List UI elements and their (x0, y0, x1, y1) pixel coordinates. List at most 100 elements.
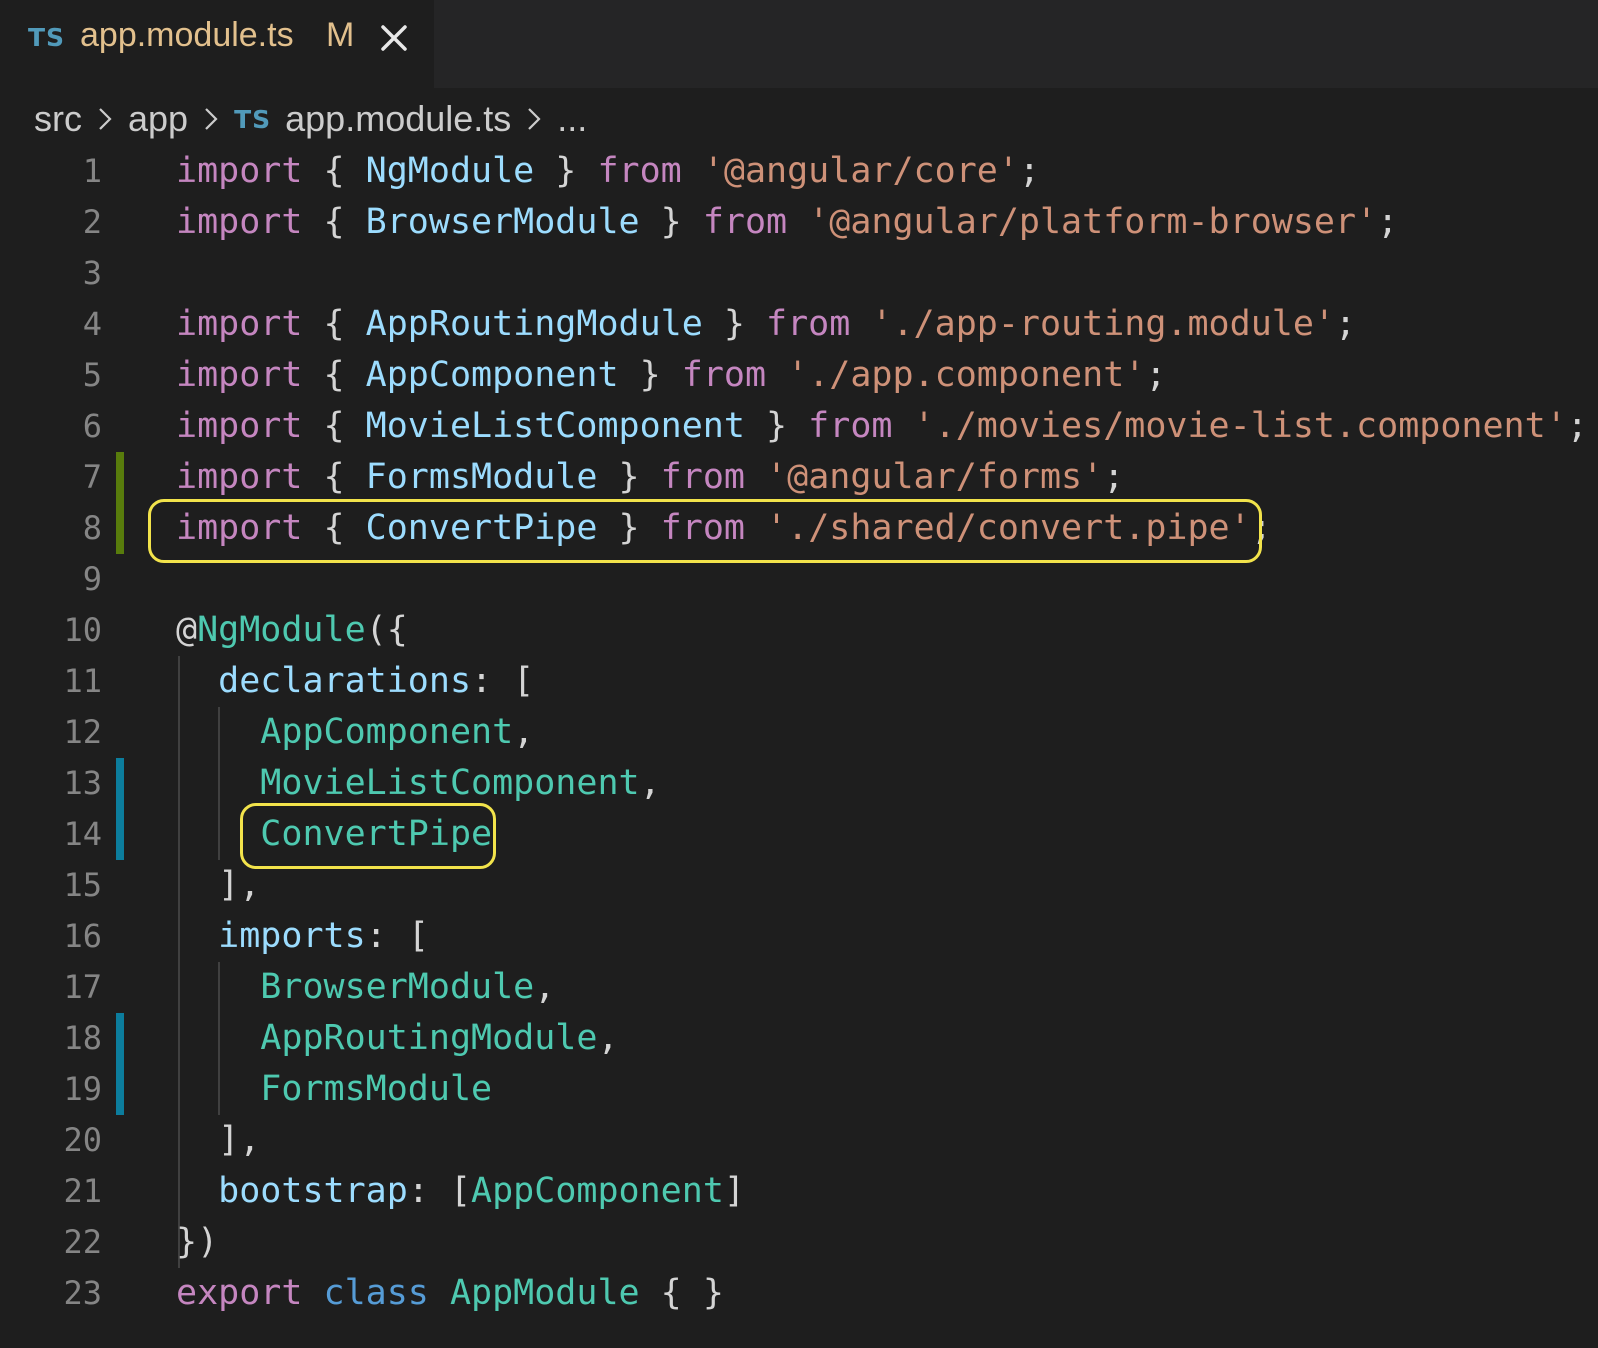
line-number: 18 (63, 1019, 102, 1057)
code-text: MovieListComponent, (176, 758, 661, 809)
code-line[interactable]: 13 MovieListComponent, (0, 758, 1598, 809)
code-token: { (302, 151, 366, 191)
code-line[interactable]: 7 import { FormsModule } from '@angular/f… (0, 452, 1598, 503)
code-token: '@angular/forms' (766, 457, 1104, 497)
code-line[interactable]: 3 (0, 248, 1598, 299)
code-token: MovieListComponent (365, 406, 745, 446)
line-number: 12 (63, 713, 102, 751)
code-token: }) (176, 1222, 219, 1262)
code-token: import (176, 202, 303, 242)
code-token: ], (176, 865, 261, 905)
typescript-file-icon: TS (28, 23, 66, 52)
code-token: import (176, 406, 303, 446)
code-line[interactable]: 2 import { BrowserModule } from '@angular… (0, 197, 1598, 248)
code-token: { (302, 202, 366, 242)
code-token: declarations (218, 661, 472, 701)
code-token: , (639, 763, 661, 803)
line-number: 14 (63, 815, 102, 853)
code-line[interactable]: 6 import { MovieListComponent } from './m… (0, 401, 1598, 452)
code-token: { (302, 406, 366, 446)
code-token: '@angular/core' (702, 151, 1019, 191)
breadcrumb-item-symbols[interactable]: ... (557, 98, 587, 140)
code-text: BrowserModule, (176, 962, 555, 1013)
code-token: MovieListComponent (260, 763, 640, 803)
code-text: import { FormsModule } from '@angular/fo… (176, 452, 1124, 503)
code-line[interactable]: 5 import { AppComponent } from './app.com… (0, 350, 1598, 401)
code-line[interactable]: 4 import { AppRoutingModule } from './app… (0, 299, 1598, 350)
code-line[interactable]: 10 @NgModule({ (0, 605, 1598, 656)
code-token: './movies/movie-list.component' (913, 406, 1567, 446)
code-line[interactable]: 17 BrowserModule, (0, 962, 1598, 1013)
code-token: { (302, 355, 366, 395)
code-token: FormsModule (365, 457, 598, 497)
code-token: BrowserModule (260, 967, 535, 1007)
code-token: , (534, 967, 556, 1007)
line-number: 23 (63, 1274, 102, 1312)
code-line[interactable]: 15 ], (0, 860, 1598, 911)
code-token: BrowserModule (365, 202, 640, 242)
code-line[interactable]: 23 export class AppModule { } (0, 1268, 1598, 1319)
code-text: }) (176, 1217, 218, 1268)
code-token: './app.component' (787, 355, 1146, 395)
line-number: 10 (63, 611, 102, 649)
code-token: import (176, 457, 303, 497)
code-token: } (639, 202, 703, 242)
code-line[interactable]: 16 imports: [ (0, 911, 1598, 962)
code-line[interactable]: 19 FormsModule (0, 1064, 1598, 1115)
code-text: declarations: [ (176, 656, 534, 707)
line-number: 17 (63, 968, 102, 1006)
code-token: ; (1018, 151, 1040, 191)
code-token: AppComponent (471, 1171, 724, 1211)
code-token: ({ (365, 610, 408, 650)
close-icon[interactable] (372, 16, 416, 60)
line-number: 3 (82, 254, 102, 292)
code-text: imports: [ (176, 911, 429, 962)
code-token: imports (218, 916, 366, 956)
code-editor[interactable]: 1 import { NgModule } from '@angular/core… (0, 146, 1598, 1348)
line-number: 1 (82, 152, 102, 190)
code-token: bootstrap (218, 1171, 408, 1211)
code-token: @ (176, 610, 198, 650)
code-token: FormsModule (260, 1069, 493, 1109)
code-line[interactable]: 18 AppRoutingModule, (0, 1013, 1598, 1064)
code-token: from (597, 151, 682, 191)
code-line[interactable]: 21 bootstrap: [AppComponent] (0, 1166, 1598, 1217)
code-line[interactable]: 22}) (0, 1217, 1598, 1268)
code-token: : [ (365, 916, 429, 956)
tab-app-module[interactable]: TS app.module.ts M (0, 0, 434, 88)
code-token: export (176, 1273, 303, 1313)
code-token: NgModule (365, 151, 535, 191)
code-line[interactable]: 11 declarations: [ (0, 656, 1598, 707)
code-line[interactable]: 20 ], (0, 1115, 1598, 1166)
code-token: AppRoutingModule (260, 1018, 598, 1058)
code-token: from (702, 202, 788, 242)
line-number: 7 (82, 458, 102, 496)
line-number: 20 (63, 1121, 102, 1159)
line-number: 21 (63, 1172, 102, 1210)
line-number: 19 (63, 1070, 102, 1108)
code-token: from (766, 304, 851, 344)
code-text: import { MovieListComponent } from './mo… (176, 401, 1588, 452)
code-text: import { BrowserModule } from '@angular/… (176, 197, 1398, 248)
breadcrumb-item-src[interactable]: src (34, 98, 82, 140)
code-text: AppComponent, (176, 707, 534, 758)
chevron-right-icon (99, 108, 112, 130)
code-token: ; (1103, 457, 1125, 497)
code-token: from (660, 457, 745, 497)
breadcrumb-item-file[interactable]: app.module.ts (285, 98, 511, 140)
code-text: ], (176, 1115, 260, 1166)
code-line[interactable]: 1 import { NgModule } from '@angular/core… (0, 146, 1598, 197)
breadcrumb-item-app[interactable]: app (128, 98, 188, 140)
code-token: { (302, 304, 366, 344)
code-line[interactable]: 12 AppComponent, (0, 707, 1598, 758)
